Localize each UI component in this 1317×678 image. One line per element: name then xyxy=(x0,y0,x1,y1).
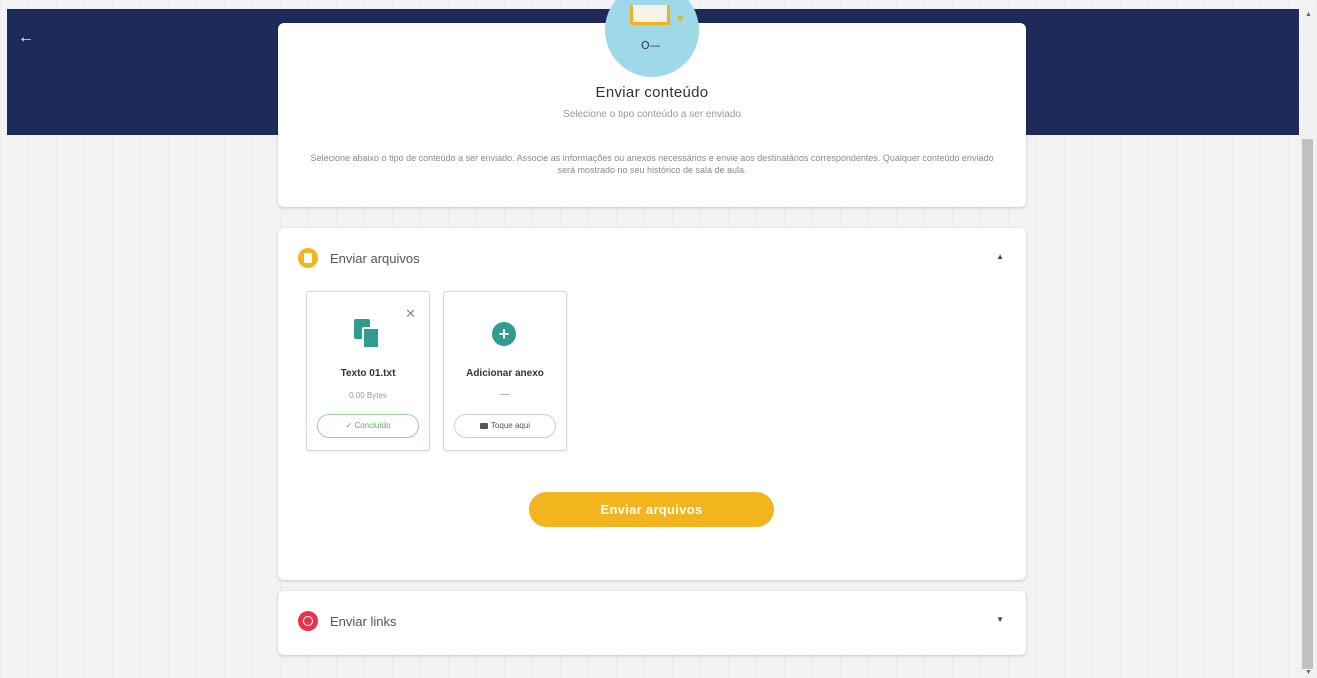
attachment-size: 0.00 Bytes xyxy=(349,391,387,400)
send-files-button[interactable]: Enviar arquivos xyxy=(529,492,774,527)
attachment-tile: ✕ Texto 01.txt 0.00 Bytes ✓ Concluído xyxy=(306,291,430,451)
intro-card: ♥ O— Enviar conteúdo Selecione o tipo co… xyxy=(278,0,1026,207)
chevron-up-icon[interactable]: ▲ xyxy=(996,252,1004,261)
add-attachment-tile[interactable]: + Adicionar anexo — Toque aqui xyxy=(443,291,567,451)
back-arrow-icon[interactable]: ← xyxy=(18,28,38,48)
folder-icon xyxy=(479,422,488,429)
send-links-header[interactable]: Enviar links ▼ xyxy=(298,611,1006,633)
plus-icon[interactable]: + xyxy=(492,322,516,346)
page-subtitle: Selecione o tipo conteúdo a ser enviado xyxy=(563,109,741,120)
add-attachment-size: — xyxy=(500,389,510,400)
send-links-section: Enviar links ▼ xyxy=(278,591,1026,655)
attachment-name: Texto 01.txt xyxy=(340,368,396,379)
scrollbar-thumb[interactable] xyxy=(1302,139,1313,669)
scroll-down-icon[interactable]: ▼ xyxy=(1305,669,1312,676)
book-illustration-icon: ♥ O— xyxy=(605,0,699,77)
globe-icon xyxy=(298,611,318,631)
scroll-up-icon[interactable]: ▲ xyxy=(1305,11,1312,18)
file-icon xyxy=(298,248,318,268)
tap-here-button[interactable]: Toque aqui xyxy=(454,414,556,438)
scrollbar[interactable]: ▲ ▼ xyxy=(1300,9,1317,678)
send-files-section: Enviar arquivos ▲ ✕ Texto 01.txt 0.00 By… xyxy=(278,228,1026,580)
send-files-title: Enviar arquivos xyxy=(330,251,420,266)
page-description: Selecione abaixo o tipo de conteúdo a se… xyxy=(310,153,994,175)
tap-here-label: Toque aqui xyxy=(490,421,531,430)
send-files-header[interactable]: Enviar arquivos ▲ xyxy=(298,248,1006,270)
add-attachment-label: Adicionar anexo xyxy=(466,368,544,379)
upload-status-badge: ✓ Concluído xyxy=(317,414,419,438)
page-title: Enviar conteúdo xyxy=(595,84,709,101)
document-icon xyxy=(354,319,380,349)
close-icon[interactable]: ✕ xyxy=(405,306,416,322)
chevron-down-icon[interactable]: ▼ xyxy=(996,615,1004,624)
send-links-title: Enviar links xyxy=(330,614,397,629)
